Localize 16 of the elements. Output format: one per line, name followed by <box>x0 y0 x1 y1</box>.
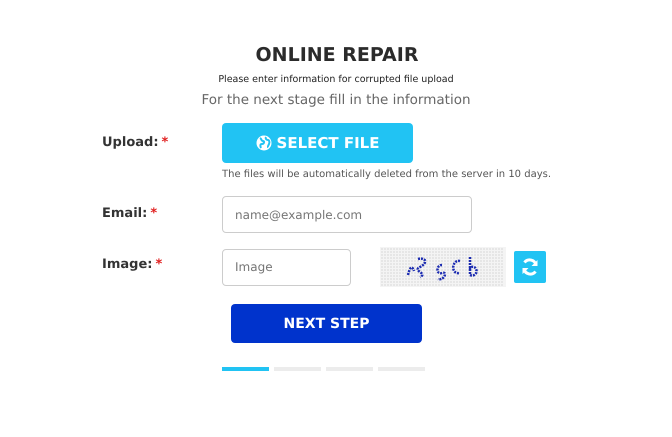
refresh-button[interactable] <box>514 251 546 283</box>
globe-icon <box>256 135 272 151</box>
page-title: ONLINE REPAIR <box>254 44 420 66</box>
subtitle: Please enter information for corrupted file upload <box>217 74 455 85</box>
next-step-button[interactable]: NEXT STEP <box>231 304 422 343</box>
refresh-icon <box>520 257 540 277</box>
email-field[interactable]: name@example.com <box>222 196 472 233</box>
captcha-field[interactable]: Image <box>222 248 351 286</box>
field-label: Upload: <box>102 135 159 150</box>
required-mark: * <box>150 206 158 221</box>
upload-hint: The files will be automatically deleted from the server in 10 days. <box>222 168 552 182</box>
field-label: Email: <box>102 206 148 221</box>
field-label: Image: <box>102 257 152 272</box>
required-mark: * <box>162 135 168 150</box>
stage-note: For the next stage fill in the information <box>200 92 472 108</box>
required-mark: * <box>155 257 162 272</box>
